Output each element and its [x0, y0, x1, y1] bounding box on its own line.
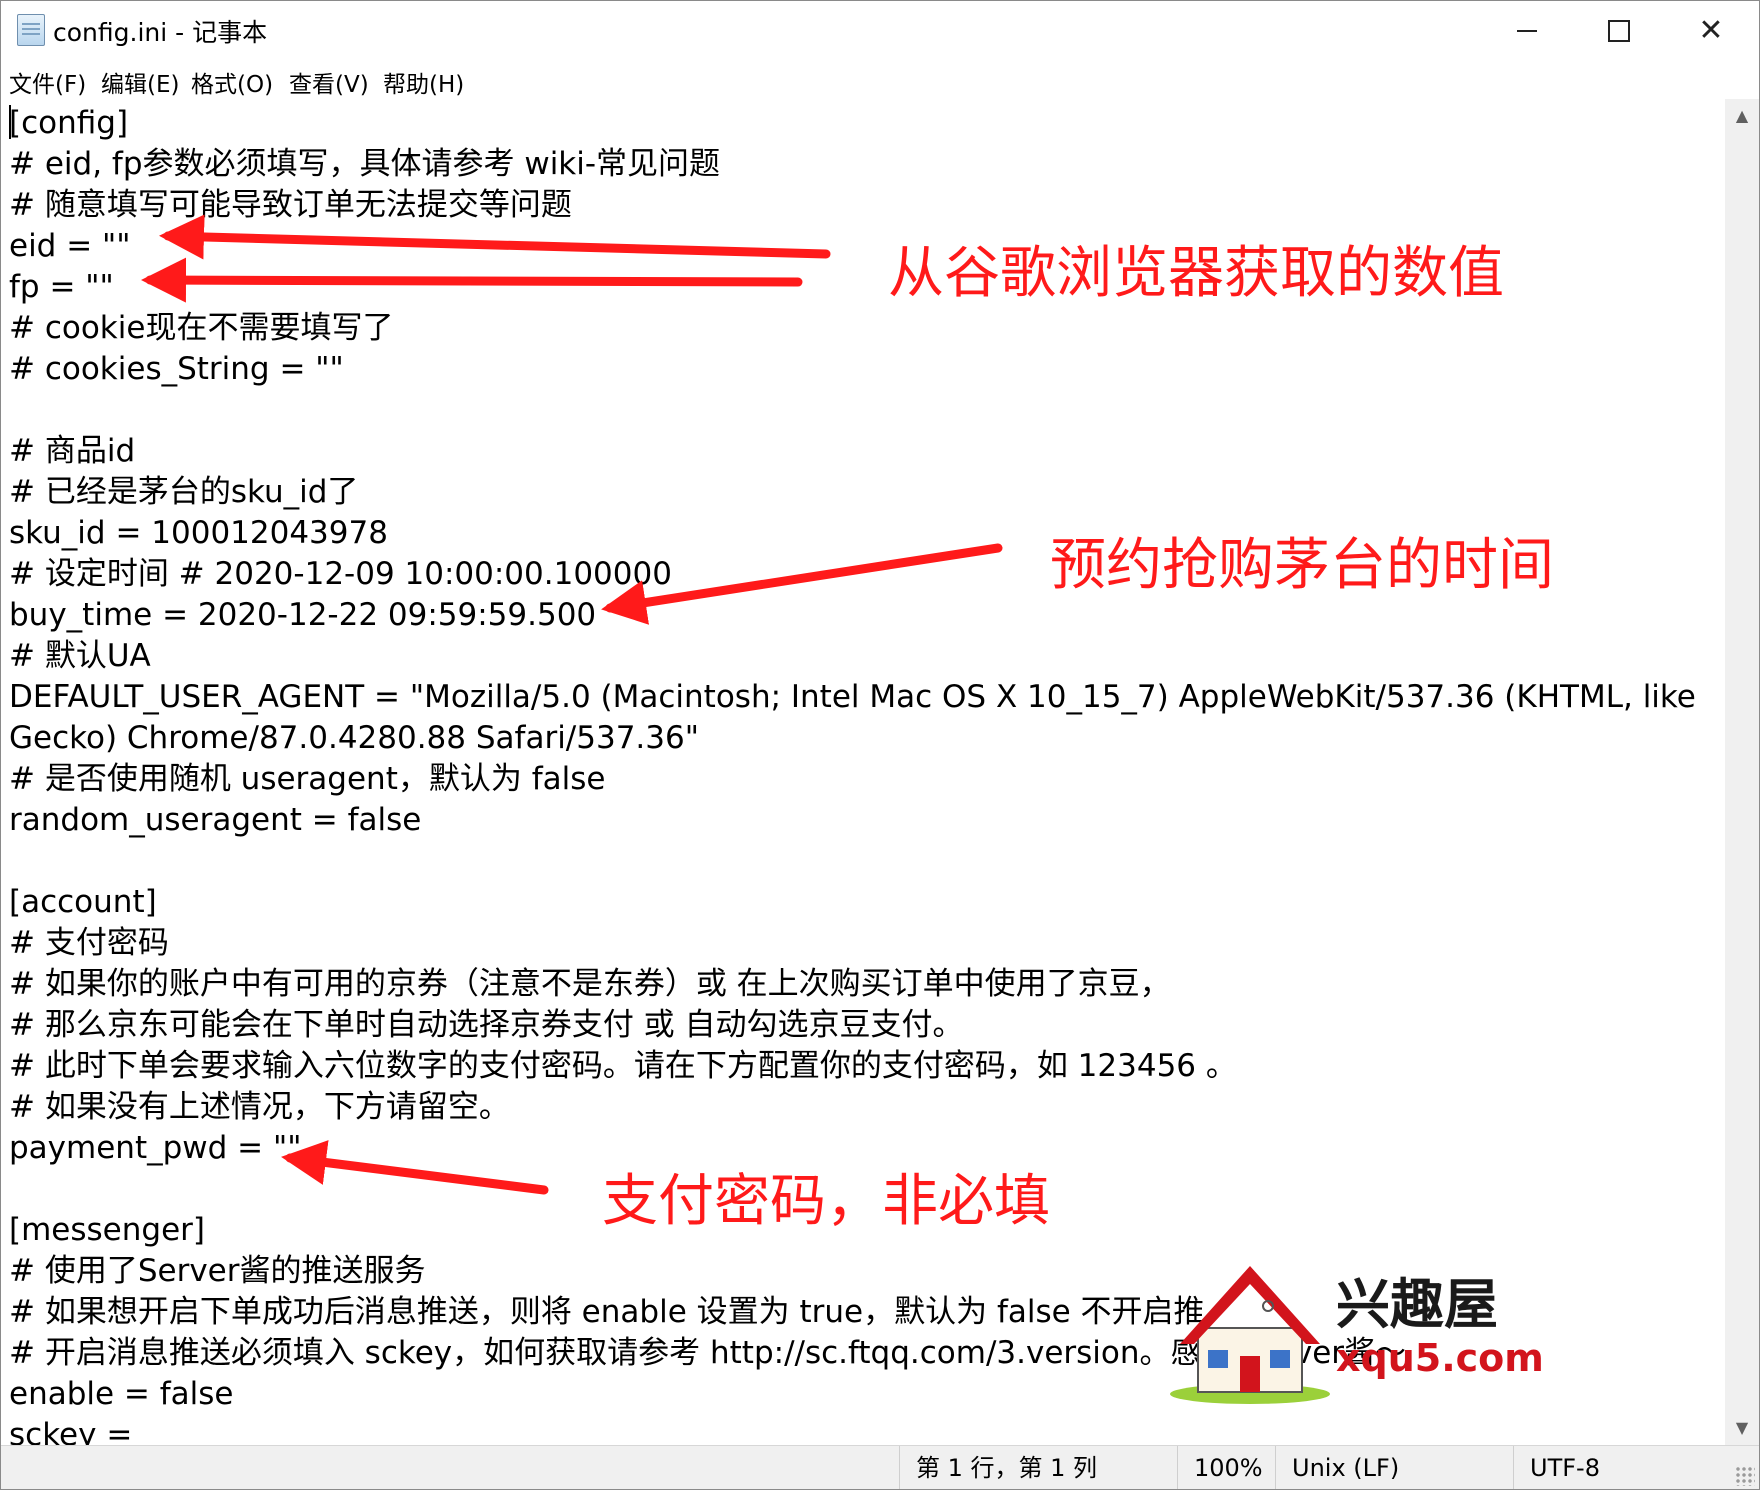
menu-help[interactable]: 帮助(H): [383, 65, 464, 99]
title-bar[interactable]: config.ini - 记事本 ✕: [1, 1, 1759, 59]
text-line: # 已经是茅台的sku_id了: [9, 474, 359, 510]
minimize-button[interactable]: [1481, 1, 1573, 59]
text-line: fp = "": [9, 269, 114, 305]
text-line: # 使用了Server酱的推送服务: [9, 1253, 426, 1289]
text-line: # cookie现在不需要填写了: [9, 310, 394, 346]
status-cursor-position: 第 1 行，第 1 列: [899, 1446, 1097, 1489]
scroll-down-button[interactable]: ▼: [1725, 1411, 1759, 1445]
menu-edit[interactable]: 编辑(E): [101, 65, 179, 99]
text-line: sku_id = 100012043978: [9, 515, 388, 551]
maximize-button[interactable]: [1573, 1, 1665, 59]
text-caret: [9, 105, 11, 139]
text-line: DEFAULT_USER_AGENT = "Mozilla/5.0 (Macin…: [9, 679, 1696, 715]
text-line: # 是否使用随机 useragent，默认为 false: [9, 761, 606, 797]
menu-bar: 文件(F) 编辑(E) 格式(O) 查看(V) 帮助(H): [1, 59, 1759, 99]
notepad-icon: [17, 14, 45, 46]
text-line: # 此时下单会要求输入六位数字的支付密码。请在下方配置你的支付密码，如 1234…: [9, 1048, 1237, 1084]
menu-format[interactable]: 格式(O): [191, 65, 273, 99]
text-line: Gecko) Chrome/87.0.4280.88 Safari/537.36…: [9, 720, 699, 756]
text-line: sckey =: [9, 1417, 133, 1445]
status-line-ending: Unix (LF): [1275, 1446, 1399, 1489]
text-line: random_useragent = false: [9, 802, 422, 838]
text-line: # 随意填写可能导致订单无法提交等问题: [9, 187, 572, 223]
minimize-icon: [1517, 30, 1537, 32]
menu-view[interactable]: 查看(V): [289, 65, 369, 99]
text-line: # cookies_String = "": [9, 351, 344, 387]
text-line: # 商品id: [9, 433, 136, 469]
text-line: # 那么京东可能会在下单时自动选择京券支付 或 自动勾选京豆支付。: [9, 1007, 964, 1043]
watermark-name: 兴趣屋: [1336, 1273, 1498, 1336]
maximize-icon: [1608, 20, 1630, 42]
text-line: [messenger]: [9, 1212, 205, 1248]
watermark-domain: xqu5.com: [1336, 1336, 1544, 1380]
text-line: [account]: [9, 884, 157, 920]
text-line: # 如果没有上述情况，下方请留空。: [9, 1089, 510, 1125]
text-line: # 默认UA: [9, 638, 151, 674]
scroll-up-button[interactable]: ▲: [1725, 99, 1759, 133]
text-line: # eid, fp参数必须填写，具体请参考 wiki-常见问题: [9, 146, 721, 182]
text-line: [config]: [9, 105, 129, 141]
text-line: payment_pwd = "": [9, 1130, 302, 1166]
text-line: # 如果你的账户中有可用的京券（注意不是东券）或 在上次购买订单中使用了京豆，: [9, 966, 1171, 1002]
text-line: eid = "": [9, 228, 131, 264]
window-title: config.ini - 记事本: [53, 18, 268, 47]
menu-file[interactable]: 文件(F): [9, 65, 86, 99]
watermark: 兴趣屋 xqu5.com: [1160, 1258, 1544, 1408]
status-zoom: 100%: [1177, 1446, 1263, 1489]
text-line: # 设定时间 # 2020-12-09 10:00:00.100000: [9, 556, 672, 592]
resize-grip[interactable]: [1735, 1466, 1755, 1486]
text-line: buy_time = 2020-12-22 09:59:59.500: [9, 597, 597, 633]
text-line: # 支付密码: [9, 925, 169, 961]
house-logo-icon: [1170, 1266, 1330, 1404]
vertical-scrollbar[interactable]: ▲ ▼: [1725, 99, 1759, 1445]
status-encoding: UTF-8: [1513, 1446, 1600, 1489]
text-editor[interactable]: [config] # eid, fp参数必须填写，具体请参考 wiki-常见问题 #…: [1, 99, 1725, 1445]
close-button[interactable]: ✕: [1665, 1, 1757, 59]
status-bar: 第 1 行，第 1 列 100% Unix (LF) UTF-8: [1, 1445, 1759, 1489]
close-icon: ✕: [1698, 13, 1724, 48]
text-line: # 如果想开启下单成功后消息推送，则将 enable 设置为 true，默认为 …: [9, 1294, 1205, 1330]
text-line: enable = false: [9, 1376, 234, 1412]
